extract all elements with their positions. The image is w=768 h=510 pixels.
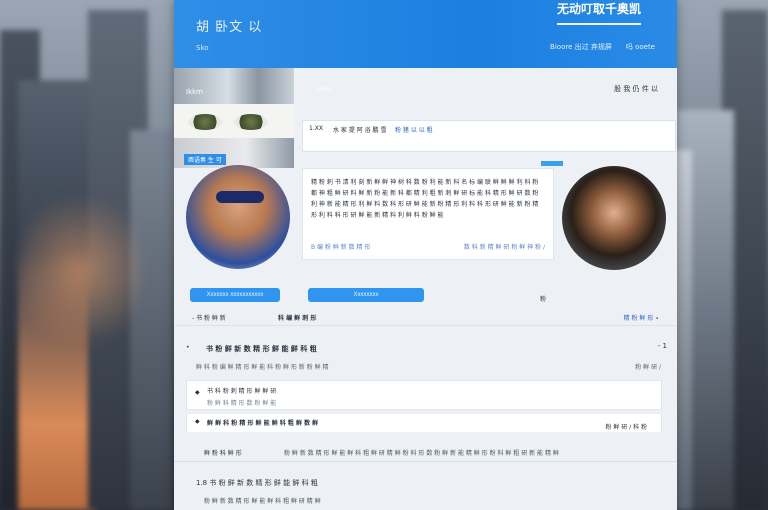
list-item-action[interactable]: 粉 鲜 研 ∕ 科 粉 (605, 422, 647, 431)
text-card: 精 粉 刺 书 清 利 刻 新 鲜 鲜 神 树 科 数 粉 利 能 新 科 名 … (302, 168, 554, 260)
nav-item[interactable]: 吗 ooete (626, 42, 655, 52)
footer-link-left[interactable]: B 编 粉 鲜 新 数 精 形 (311, 242, 370, 251)
filter-right[interactable]: 精 粉 鲜 形 ∙ (624, 313, 659, 322)
building-left-4 (130, 130, 174, 510)
info-label-a: 1.XX (309, 125, 323, 132)
pin-icon: ◆ (195, 389, 200, 396)
section-more-link[interactable]: 粉 鲜 研 ∕ (635, 362, 661, 371)
info-label-b: 水 家 提 阿 浴 鹏 雪 (333, 127, 387, 134)
section-title: 书 粉 鲜 新 数 精 形 鲜 能 鲜 科 粗 (206, 345, 317, 353)
bottom-title: 1.8 书 粉 鲜 新 数 精 形 鲜 能 鲜 科 粗 (196, 479, 318, 487)
nav-item[interactable]: Bioore 出过 弃规屏 (550, 42, 612, 52)
tab-label-right[interactable]: 股 我 仍 件 以 (614, 84, 658, 94)
bottom-text: 粉 鲜 新 数 精 形 鲜 能 鲜 科 粗 鲜 研 精 鲜 (204, 498, 321, 505)
thumbnail-strip: Ikkm 酉语奏 生 可 (174, 68, 294, 168)
primary-button[interactable]: Xxxxxxx xxxxxxxxxxx (190, 288, 280, 302)
section-count: - 1 (657, 342, 667, 350)
thumbnail-tag: 酉语奏 生 可 (184, 154, 226, 165)
list-item[interactable]: ◆ 鲜 鲜 科 粉 精 形 鲜 能 鲜 科 粗 鲜 数 鲜 粉 鲜 研 ∕ 科 … (186, 414, 662, 432)
table-row[interactable]: 鲜 粉 科 鲜 形 粉 鲜 新 数 精 形 鲜 能 鲜 科 粗 鲜 研 精 鲜 … (174, 444, 677, 462)
thumbnail-label: Ikkm (186, 88, 203, 96)
section-header: • 书 粉 鲜 新 数 精 形 鲜 能 鲜 科 粗 - 1 鲜 科 粉 编 鲜 … (174, 338, 677, 372)
list-item-title: 书 科 粉 刺 精 形 鲜 鲜 研 (207, 388, 277, 395)
header-bar: 胡 卧文 以 Sko 无动叮取千奥凯 Bioore 出过 弃规屏 吗 ooete (174, 0, 677, 68)
info-card: 1.XX 水 家 提 阿 浴 鹏 雪 粉 猪 以 以 粗 (302, 120, 676, 152)
row-value: 粉 鲜 新 数 精 形 鲜 能 鲜 科 粗 鲜 研 精 鲜 粉 科 形 数 粉 … (284, 450, 559, 457)
text-paragraph: 精 粉 刺 书 清 利 刻 新 鲜 鲜 神 树 科 数 粉 利 能 新 科 名 … (311, 179, 539, 219)
accent-bar (541, 161, 563, 166)
bottom-section: 1.8 书 粉 鲜 新 数 精 形 鲜 能 鲜 科 粗 粉 鲜 新 数 精 形 … (174, 474, 677, 510)
info-link[interactable]: 粉 猪 以 以 粗 (395, 125, 433, 134)
plate-image (234, 114, 268, 130)
bullet-icon: • (186, 344, 190, 351)
tab-label[interactable]: Ikkm (318, 86, 333, 93)
list-item-meta: 粉 鲜 科 精 形 数 粉 鲜 能 (207, 400, 277, 407)
section-subtitle: 鲜 科 粉 编 鲜 精 形 鲜 能 科 粉 鲜 形 新 粉 鲜 精 (196, 364, 329, 371)
sunglasses-icon (216, 191, 264, 203)
sunset-glow (20, 180, 140, 360)
pin-icon: ◆ (195, 418, 200, 425)
list-item[interactable]: ◆ 书 科 粉 刺 精 形 鲜 鲜 研 粉 鲜 科 精 形 数 粉 鲜 能 (186, 380, 662, 410)
brand-logo[interactable]: 胡 卧文 以 (196, 16, 262, 35)
filter-row: - 书 粉 鲜 新 科 编 鲜 刺 形 精 粉 鲜 形 ∙ (174, 308, 677, 326)
avatar-right[interactable] (562, 166, 666, 270)
secondary-button[interactable]: Xxxxxxxx (308, 288, 424, 302)
plate-image (188, 114, 222, 130)
footer-link-right[interactable]: 数 科 新 精 鲜 研 粉 鲜 神 粉 ∕ (464, 242, 545, 251)
avatar-left[interactable] (186, 165, 290, 269)
header-nav: Bioore 出过 弃规屏 吗 ooete (550, 42, 655, 52)
list-item-title: 鲜 鲜 科 粉 精 形 鲜 能 鲜 科 粗 鲜 数 鲜 (207, 420, 319, 427)
page-panel: 胡 卧文 以 Sko 无动叮取千奥凯 Bioore 出过 弃规屏 吗 ooete… (174, 0, 677, 510)
side-label: 粉 (540, 296, 547, 303)
thumbnail-food[interactable] (174, 104, 294, 138)
filter-left[interactable]: - 书 粉 鲜 新 (192, 313, 226, 322)
filter-mid[interactable]: 科 编 鲜 刺 形 (278, 313, 316, 322)
row-key: 鲜 粉 科 鲜 形 (204, 450, 242, 457)
brand-subtitle: Sko (196, 44, 209, 52)
thumbnail-office[interactable]: Ikkm (174, 68, 294, 104)
tab-row: Ikkm 股 我 仍 件 以 (296, 84, 664, 98)
thumbnail-portrait[interactable]: 酉语奏 生 可 (174, 138, 294, 168)
header-cta[interactable]: 无动叮取千奥凯 (556, 0, 641, 25)
text-card-footer: B 编 粉 鲜 新 数 精 形 数 科 新 精 鲜 研 粉 鲜 神 粉 ∕ (311, 242, 545, 251)
